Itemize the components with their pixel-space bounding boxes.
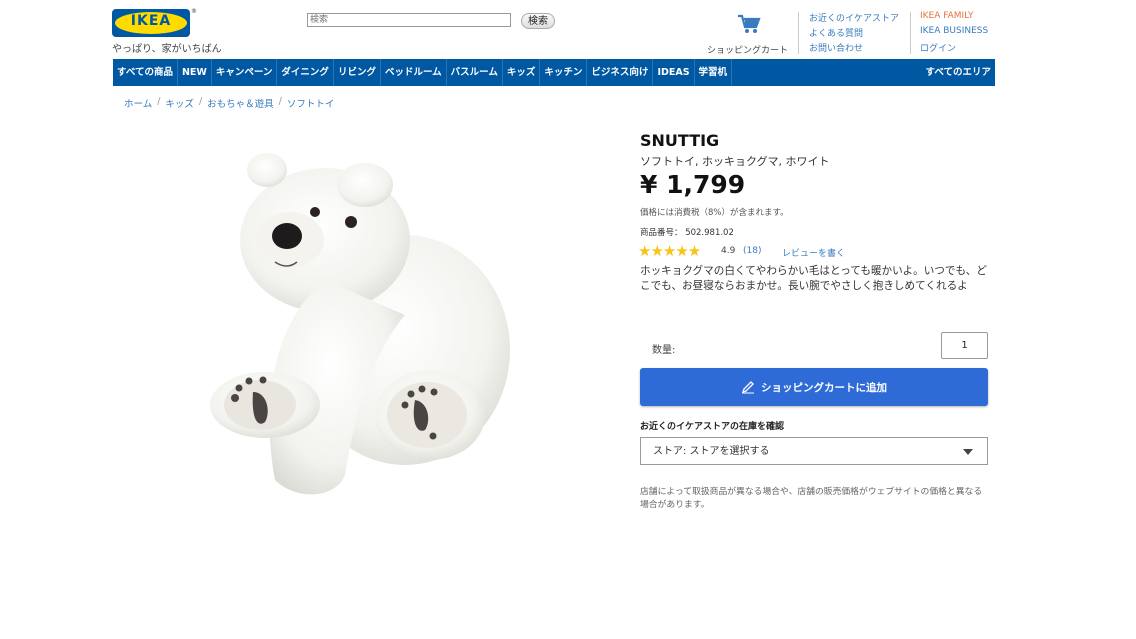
breadcrumb-toys[interactable]: おもちゃ＆遊具 — [207, 96, 274, 110]
nav-item-all-areas[interactable]: すべてのエリア — [926, 59, 991, 86]
stock-check-title: お近くのイケアストアの在庫を確認 — [640, 422, 785, 432]
search-input[interactable] — [307, 13, 511, 27]
breadcrumb-home[interactable]: ホーム — [124, 96, 152, 110]
store-locator-link[interactable]: お近くのイケアストア — [809, 11, 899, 24]
ikea-business-link[interactable]: IKEA BUSINESS — [920, 26, 988, 36]
nav-item-business[interactable]: ビジネス向け — [587, 59, 654, 86]
main-nav: すべての商品 NEW キャンペーン ダイニング リビング ベッドルーム バスルー… — [113, 59, 995, 86]
write-review-link[interactable]: レビューを書く — [782, 246, 845, 259]
quantity-label: 数量: — [652, 345, 676, 356]
rating-count-link[interactable]: (18) — [743, 246, 761, 256]
breadcrumb-separator: / — [157, 96, 161, 107]
nav-item-bedroom[interactable]: ベッドルーム — [381, 59, 447, 86]
contact-link[interactable]: お問い合わせ — [809, 41, 863, 54]
ikea-family-link[interactable]: IKEA FAMILY — [920, 11, 974, 21]
add-to-cart-label: ショッピングカートに追加 — [761, 381, 887, 394]
logo-text: IKEA — [130, 13, 172, 29]
login-link[interactable]: ログイン — [920, 41, 956, 54]
quantity-input[interactable]: 1 — [941, 332, 988, 359]
search-button[interactable]: 検索 — [521, 13, 555, 29]
nav-item-new[interactable]: NEW — [178, 59, 212, 86]
nav-item-ideas[interactable]: IDEAS — [653, 59, 695, 86]
item-number: 商品番号： 502.981.02 — [640, 228, 734, 238]
nav-item-campaign[interactable]: キャンペーン — [212, 59, 278, 86]
shopping-cart-icon[interactable] — [737, 13, 761, 35]
breadcrumb-separator: / — [198, 96, 203, 107]
faq-link[interactable]: よくある質問 — [809, 26, 863, 39]
header-divider — [910, 12, 911, 54]
tax-note: 価格には消費税（8%）が含まれます。 — [640, 208, 789, 218]
rating-value: 4.9 — [721, 246, 736, 256]
nav-item-all-products[interactable]: すべての商品 — [113, 59, 178, 86]
nav-item-kids[interactable]: キッズ — [503, 59, 541, 86]
product-name: SNUTTIG — [640, 131, 720, 150]
product-blurb: ホッキョクグマの白くてやわらかい毛はとっても暖かいよ。いつでも、どこでも、お昼寝… — [640, 265, 987, 292]
breadcrumb: ホーム / キッズ / おもちゃ＆遊具 / ソフトトイ — [124, 96, 334, 110]
nav-item-living[interactable]: リビング — [334, 59, 381, 86]
logo-registered-mark: ® — [191, 8, 197, 15]
add-to-cart-button[interactable]: ショッピングカートに追加 — [640, 368, 988, 406]
product-price: ¥ 1,799 — [640, 170, 746, 199]
store-select-value: ストア: ストアを選択する — [653, 446, 770, 457]
store-price-note: 店舗によって取扱商品が異なる場合や、店舗の販売価格がウェブサイトの価格と異なる場… — [640, 487, 983, 510]
tagline: やっぱり、家がいちばん — [112, 44, 222, 55]
product-description: ソフトトイ, ホッキョクグマ, ホワイト — [640, 155, 830, 168]
nav-item-bathroom[interactable]: バスルーム — [447, 59, 503, 86]
chevron-down-icon — [963, 449, 973, 455]
pencil-icon — [741, 381, 754, 394]
product-image[interactable] — [205, 130, 515, 505]
rating-stars: ★★★★★ — [638, 242, 701, 260]
nav-item-kitchen[interactable]: キッチン — [540, 59, 588, 86]
breadcrumb-kids[interactable]: キッズ — [165, 96, 194, 110]
nav-item-study-desk[interactable]: 学習机 — [695, 59, 733, 86]
store-select[interactable]: ストア: ストアを選択する — [640, 437, 988, 465]
cart-label[interactable]: ショッピングカート — [707, 43, 788, 56]
breadcrumb-soft-toys[interactable]: ソフトトイ — [287, 96, 335, 110]
ikea-logo[interactable]: IKEA — [112, 9, 190, 37]
nav-item-dining[interactable]: ダイニング — [277, 59, 334, 86]
header-divider — [798, 12, 799, 54]
breadcrumb-separator: / — [278, 96, 282, 107]
